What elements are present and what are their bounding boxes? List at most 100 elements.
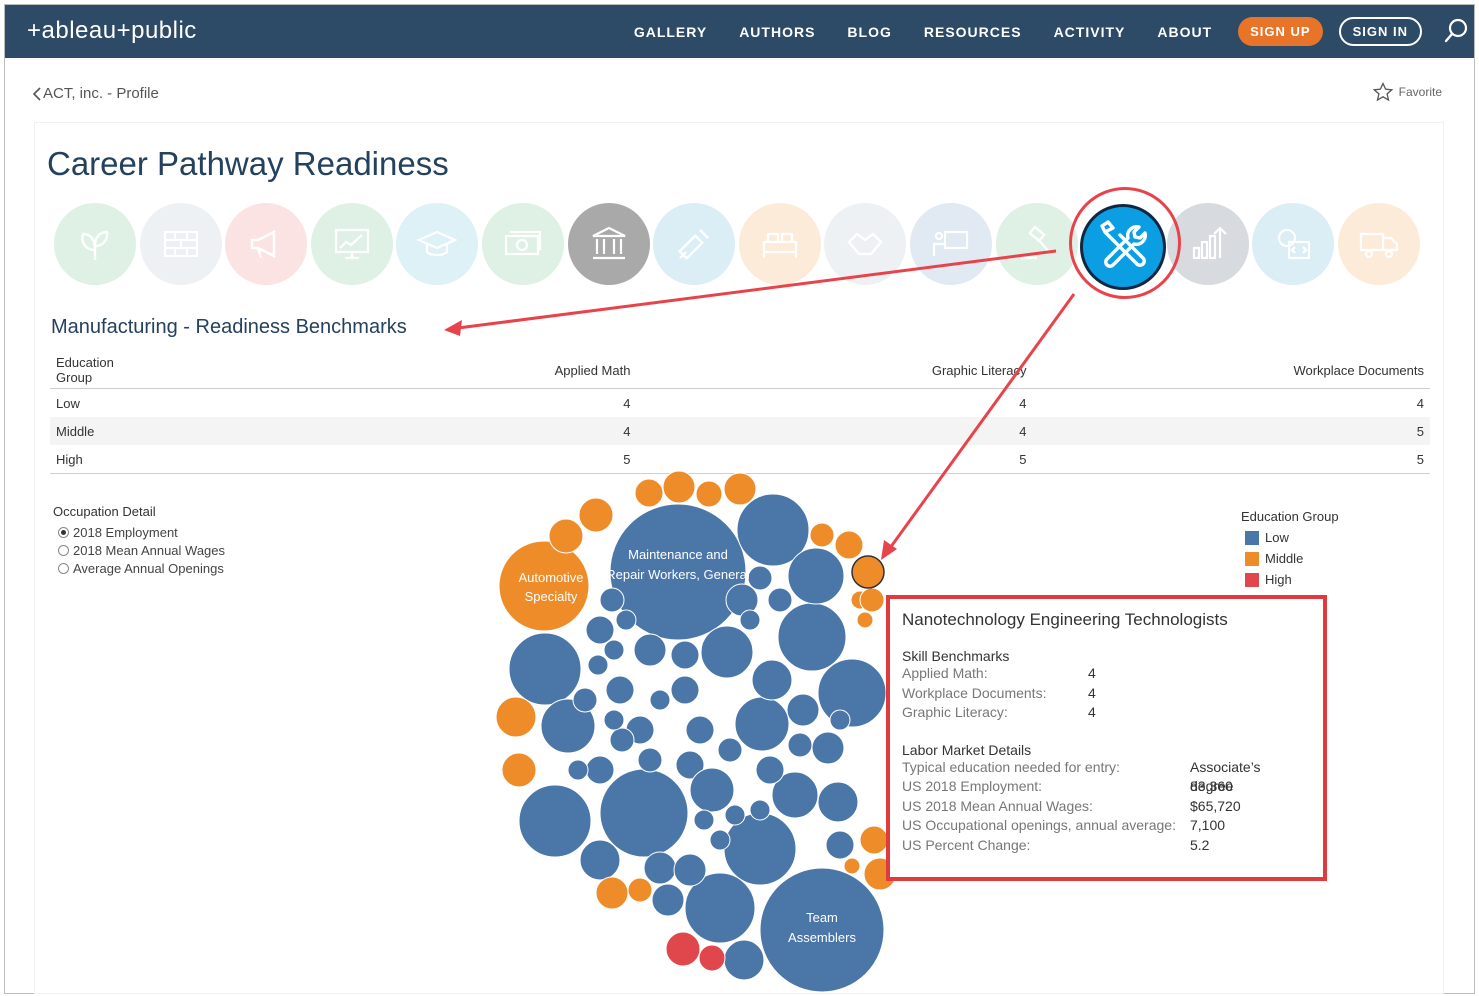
occupation-detail-heading: Occupation Detail <box>53 504 156 519</box>
legend-title: Education Group <box>1241 509 1339 524</box>
table-row: High 5 5 5 <box>50 445 1430 474</box>
nav-about[interactable]: ABOUT <box>1157 24 1212 40</box>
tooltip-title: Nanotechnology Engineering Technologists <box>902 610 1228 629</box>
category-graduation-cap[interactable] <box>396 203 479 285</box>
radio-label: 2018 Employment <box>73 525 178 540</box>
labor-row: Typical education needed for entry: Assoc… <box>902 758 1261 795</box>
favorite-button[interactable]: Favorite <box>1372 82 1442 102</box>
cell: 5 <box>1032 445 1430 474</box>
nav-blog[interactable]: BLOG <box>847 24 891 40</box>
bed-icon <box>762 232 797 258</box>
legend-label: Low <box>1265 530 1289 545</box>
category-money[interactable] <box>482 203 564 285</box>
category-chart-monitor[interactable] <box>310 203 393 285</box>
breadcrumb-label: ACT, inc. - Profile <box>43 85 159 102</box>
skill-label: Workplace Documents: <box>902 684 1047 701</box>
category-presentation[interactable] <box>910 203 992 285</box>
skill-row: Applied Math: 4 <box>902 664 1228 684</box>
labor-label: US 2018 Mean Annual Wages: <box>902 797 1093 814</box>
bar-chart-icon <box>1192 226 1227 260</box>
category-bank[interactable] <box>567 203 650 285</box>
chart-monitor-icon <box>334 228 369 260</box>
star-icon <box>1372 82 1393 102</box>
col-education-group: Education Group <box>50 352 120 389</box>
nav-resources[interactable]: RESOURCES <box>924 24 1022 40</box>
legend-swatch <box>1245 530 1259 545</box>
education-group-legend: Education Group Low Middle High <box>1241 509 1339 587</box>
radio-2018-employment[interactable]: 2018 Employment <box>58 525 225 540</box>
labor-value: $65,720 <box>1190 797 1241 814</box>
benchmarks-subtitle: Manufacturing - Readiness Benchmarks <box>51 316 407 338</box>
table-row: Low 4 4 4 <box>50 389 1430 418</box>
syringe-icon <box>678 229 710 261</box>
category-gavel[interactable] <box>995 203 1078 285</box>
labor-value: 5.2 <box>1190 836 1210 853</box>
legend-label: Middle <box>1265 551 1304 566</box>
labor-market-heading: Labor Market Details <box>902 741 1032 758</box>
col-applied-math: Applied Math <box>119 352 637 389</box>
cell: 4 <box>1019 395 1027 411</box>
col-workplace-documents: Workplace Documents <box>1032 352 1430 389</box>
legend-item-high[interactable]: High <box>1245 572 1339 587</box>
radio-average-openings[interactable]: Average Annual Openings <box>58 561 225 576</box>
search-icon[interactable] <box>1438 14 1474 50</box>
nav-links: GALLERY AUTHORS BLOG RESOURCES ACTIVITY … <box>618 5 1474 58</box>
graduation-cap-icon <box>417 230 458 257</box>
labor-row: US 2018 Employment: 83,360 <box>902 777 1233 797</box>
category-bed[interactable] <box>738 203 821 285</box>
col-graphic-literacy: Graphic Literacy <box>636 352 1033 389</box>
skill-row: Graphic Literacy: 4 <box>902 703 1228 723</box>
nav-activity[interactable]: ACTIVITY <box>1054 24 1126 40</box>
skill-benchmarks-heading: Skill Benchmarks <box>902 648 1010 664</box>
plant-icon <box>81 230 109 260</box>
breadcrumb[interactable]: ACT, inc. - Profile <box>31 85 159 102</box>
cell: 4 <box>636 417 1033 445</box>
cell: High <box>50 445 120 474</box>
radio-2018-mean-wages[interactable]: 2018 Mean Annual Wages <box>58 543 225 558</box>
category-truck[interactable] <box>1338 203 1420 285</box>
sign-up-button[interactable]: SIGN UP <box>1238 17 1323 46</box>
labor-row: US Occupational openings, annual average… <box>902 816 1228 836</box>
favorite-label: Favorite <box>1398 85 1442 99</box>
sign-in-button[interactable]: SIGN IN <box>1338 17 1422 46</box>
brick-wall-icon <box>163 231 198 257</box>
labor-label: Typical education needed for entry: <box>902 758 1120 775</box>
skill-label: Graphic Literacy: <box>902 704 1008 720</box>
labor-label: US 2018 Employment: <box>902 778 1043 794</box>
category-plant[interactable] <box>54 203 136 285</box>
cell: 5 <box>1032 417 1430 445</box>
skill-label: Applied Math: <box>902 665 988 681</box>
chevron-left-icon <box>32 86 41 101</box>
skill-value: 4 <box>1088 665 1096 681</box>
skill-value: 4 <box>1088 704 1096 720</box>
category-megaphone[interactable] <box>225 203 308 285</box>
gavel-icon <box>1020 225 1050 260</box>
cell: 4 <box>1416 395 1424 411</box>
cell: Middle <box>50 417 120 445</box>
legend-swatch <box>1245 572 1259 587</box>
table-row: Middle 4 4 5 <box>50 417 1430 445</box>
megaphone-icon <box>250 230 276 259</box>
top-nav: +ableau+public GALLERY AUTHORS BLOG RESO… <box>5 5 1474 58</box>
cell: 4 <box>623 395 631 411</box>
category-handshake[interactable] <box>824 203 907 285</box>
legend-item-middle[interactable]: Middle <box>1245 551 1339 566</box>
legend-label: High <box>1265 572 1292 587</box>
nav-gallery[interactable]: GALLERY <box>634 24 707 40</box>
tableau-public-logo[interactable]: +ableau+public <box>27 17 197 45</box>
legend-swatch <box>1245 551 1259 566</box>
category-brick-wall[interactable] <box>139 203 222 285</box>
category-syringe[interactable] <box>653 203 736 285</box>
cell: 5 <box>119 445 637 474</box>
legend-item-low[interactable]: Low <box>1245 530 1339 545</box>
category-gear-code[interactable] <box>1252 203 1335 285</box>
skill-value: 4 <box>1088 684 1096 701</box>
viz-title: Career Pathway Readiness <box>47 145 449 182</box>
cell: 5 <box>636 445 1033 474</box>
cell: 4 <box>119 417 637 445</box>
category-tools-selected[interactable] <box>1080 204 1166 290</box>
handshake-icon <box>847 232 883 256</box>
nav-authors[interactable]: AUTHORS <box>739 24 815 40</box>
radio-label: 2018 Mean Annual Wages <box>73 543 226 558</box>
tools-icon <box>1100 220 1147 268</box>
